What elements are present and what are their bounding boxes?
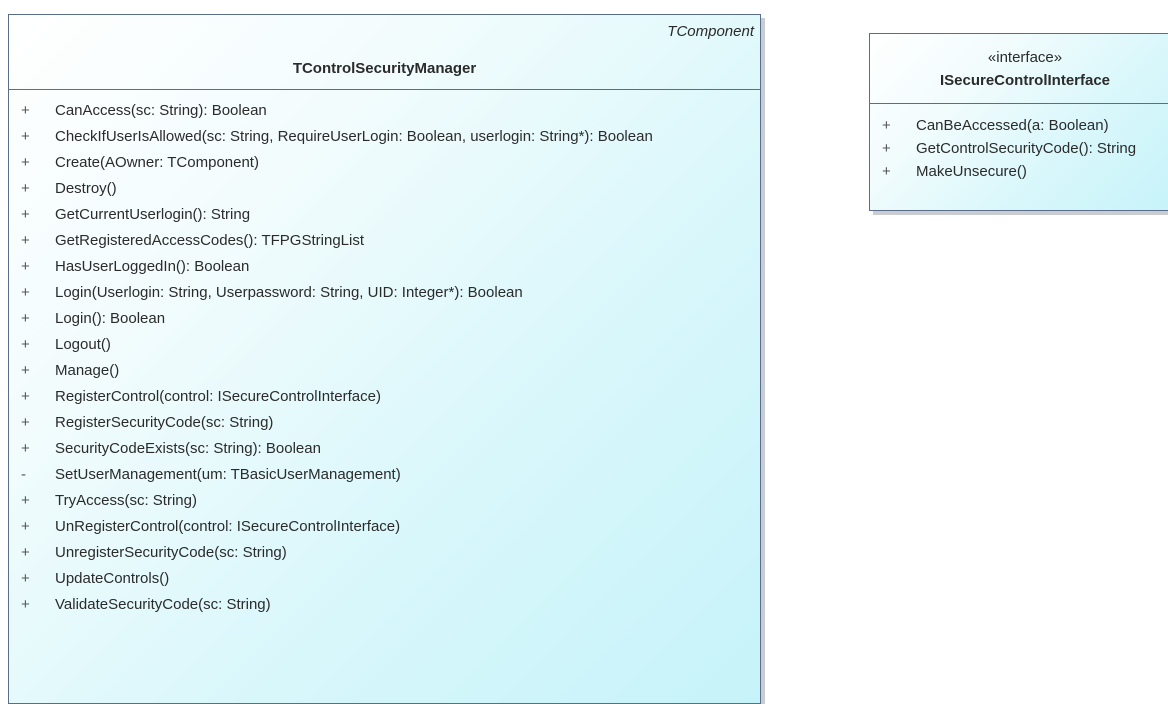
operation-signature: GetCurrentUserlogin(): String [55,206,251,223]
stereotype-label: «interface» [987,49,1063,66]
class-name: ISecureControlInterface [939,72,1111,89]
operation-signature: CheckIfUserIsAllowed(sc: String, Require… [55,128,653,145]
visibility-marker: + [21,232,30,249]
operation-row[interactable]: + Login(Userlogin: String, Userpassword: … [9,280,760,306]
visibility-marker: + [21,258,30,275]
visibility-marker: + [21,310,30,327]
operation-signature: UnregisterSecurityCode(sc: String) [55,544,287,561]
operation-row[interactable]: + GetCurrentUserlogin(): String [9,202,760,228]
operation-signature: Manage() [55,362,120,379]
operation-signature: Create(AOwner: TComponent) [55,154,259,171]
operation-signature: RegisterControl(control: ISecureControlI… [55,388,381,405]
operations-compartment: + CanAccess(sc: String): Boolean + CheckIfU… [9,90,760,618]
operation-signature: GetRegisteredAccessCodes(): TFPGStringLi… [55,232,365,249]
operation-signature: CanBeAccessed(a: Boolean) [916,117,1109,134]
operation-signature: UpdateControls() [55,570,170,587]
operation-signature: TryAccess(sc: String) [55,492,197,509]
class-name: TControlSecurityManager [292,60,477,77]
operation-signature: HasUserLoggedIn(): Boolean [55,258,250,275]
visibility-marker: + [21,570,30,587]
operation-signature: Login(Userlogin: String, Userpassword: S… [55,284,523,301]
operation-row[interactable]: + Create(AOwner: TComponent) [9,150,760,176]
operation-signature: RegisterSecurityCode(sc: String) [55,414,274,431]
operation-signature: ValidateSecurityCode(sc: String) [55,596,271,613]
visibility-marker: + [21,414,30,431]
visibility-marker: + [21,154,30,171]
operations-compartment: + CanBeAccessed(a: Boolean) + GetControlSec… [870,104,1168,183]
operation-row[interactable]: + Manage() [9,358,760,384]
operation-row[interactable]: + SecurityCodeExists(sc: String): Boolean [9,436,760,462]
visibility-marker: + [21,518,30,535]
operation-row[interactable]: + TryAccess(sc: String) [9,488,760,514]
operation-signature: GetControlSecurityCode(): String [916,140,1137,157]
visibility-marker: + [21,492,30,509]
operation-row[interactable]: + GetControlSecurityCode(): String [870,137,1168,160]
operation-signature: CanAccess(sc: String): Boolean [55,102,267,119]
visibility-marker: - [21,466,26,483]
operation-row[interactable]: + UnRegisterControl(control: ISecureContr… [9,514,760,540]
operation-row[interactable]: - SetUserManagement(um: TBasicUserManagem… [9,462,760,488]
visibility-marker: + [21,102,30,119]
parent-class-name: TComponent [667,23,754,40]
visibility-marker: + [21,362,30,379]
visibility-marker: + [882,117,891,134]
operation-signature: Login(): Boolean [55,310,166,327]
operation-signature: UnRegisterControl(control: ISecureContro… [55,518,401,535]
operation-row[interactable]: + RegisterSecurityCode(sc: String) [9,410,760,436]
visibility-marker: + [21,388,30,405]
operation-row[interactable]: + UnregisterSecurityCode(sc: String) [9,540,760,566]
operation-signature: MakeUnsecure() [916,163,1027,180]
operation-row[interactable]: + Destroy() [9,176,760,202]
operation-row[interactable]: + Logout() [9,332,760,358]
operation-signature: Logout() [55,336,111,353]
visibility-marker: + [21,440,30,457]
operation-row[interactable]: + MakeUnsecure() [870,160,1168,183]
operation-row[interactable]: + CheckIfUserIsAllowed(sc: String, Requir… [9,124,760,150]
operation-signature: SecurityCodeExists(sc: String): Boolean [55,440,321,457]
visibility-marker: + [882,140,891,157]
operation-row[interactable]: + CanAccess(sc: String): Boolean [9,98,760,124]
visibility-marker: + [21,336,30,353]
operation-row[interactable]: + RegisterControl(control: ISecureControl… [9,384,760,410]
visibility-marker: + [882,163,891,180]
class-box-tcontrolsecuritymanager[interactable]: TComponent TControlSecurityManager + CanA… [8,14,761,704]
operation-row[interactable]: + Login(): Boolean [9,306,760,332]
visibility-marker: + [21,544,30,561]
operation-row[interactable]: + CanBeAccessed(a: Boolean) [870,114,1168,137]
operation-row[interactable]: + ValidateSecurityCode(sc: String) [9,592,760,618]
class-header: «interface» ISecureControlInterface [870,34,1168,104]
operation-signature: SetUserManagement(um: TBasicUserManageme… [55,466,401,483]
operation-row[interactable]: + HasUserLoggedIn(): Boolean [9,254,760,280]
visibility-marker: + [21,180,30,197]
operation-row[interactable]: + GetRegisteredAccessCodes(): TFPGStringL… [9,228,760,254]
operation-signature: Destroy() [55,180,117,197]
class-header: TComponent TControlSecurityManager [9,15,760,90]
visibility-marker: + [21,284,30,301]
visibility-marker: + [21,596,30,613]
class-box-isecurecontrolinterface[interactable]: «interface» ISecureControlInterface + Can… [869,33,1168,211]
operation-row[interactable]: + UpdateControls() [9,566,760,592]
visibility-marker: + [21,128,30,145]
visibility-marker: + [21,206,30,223]
